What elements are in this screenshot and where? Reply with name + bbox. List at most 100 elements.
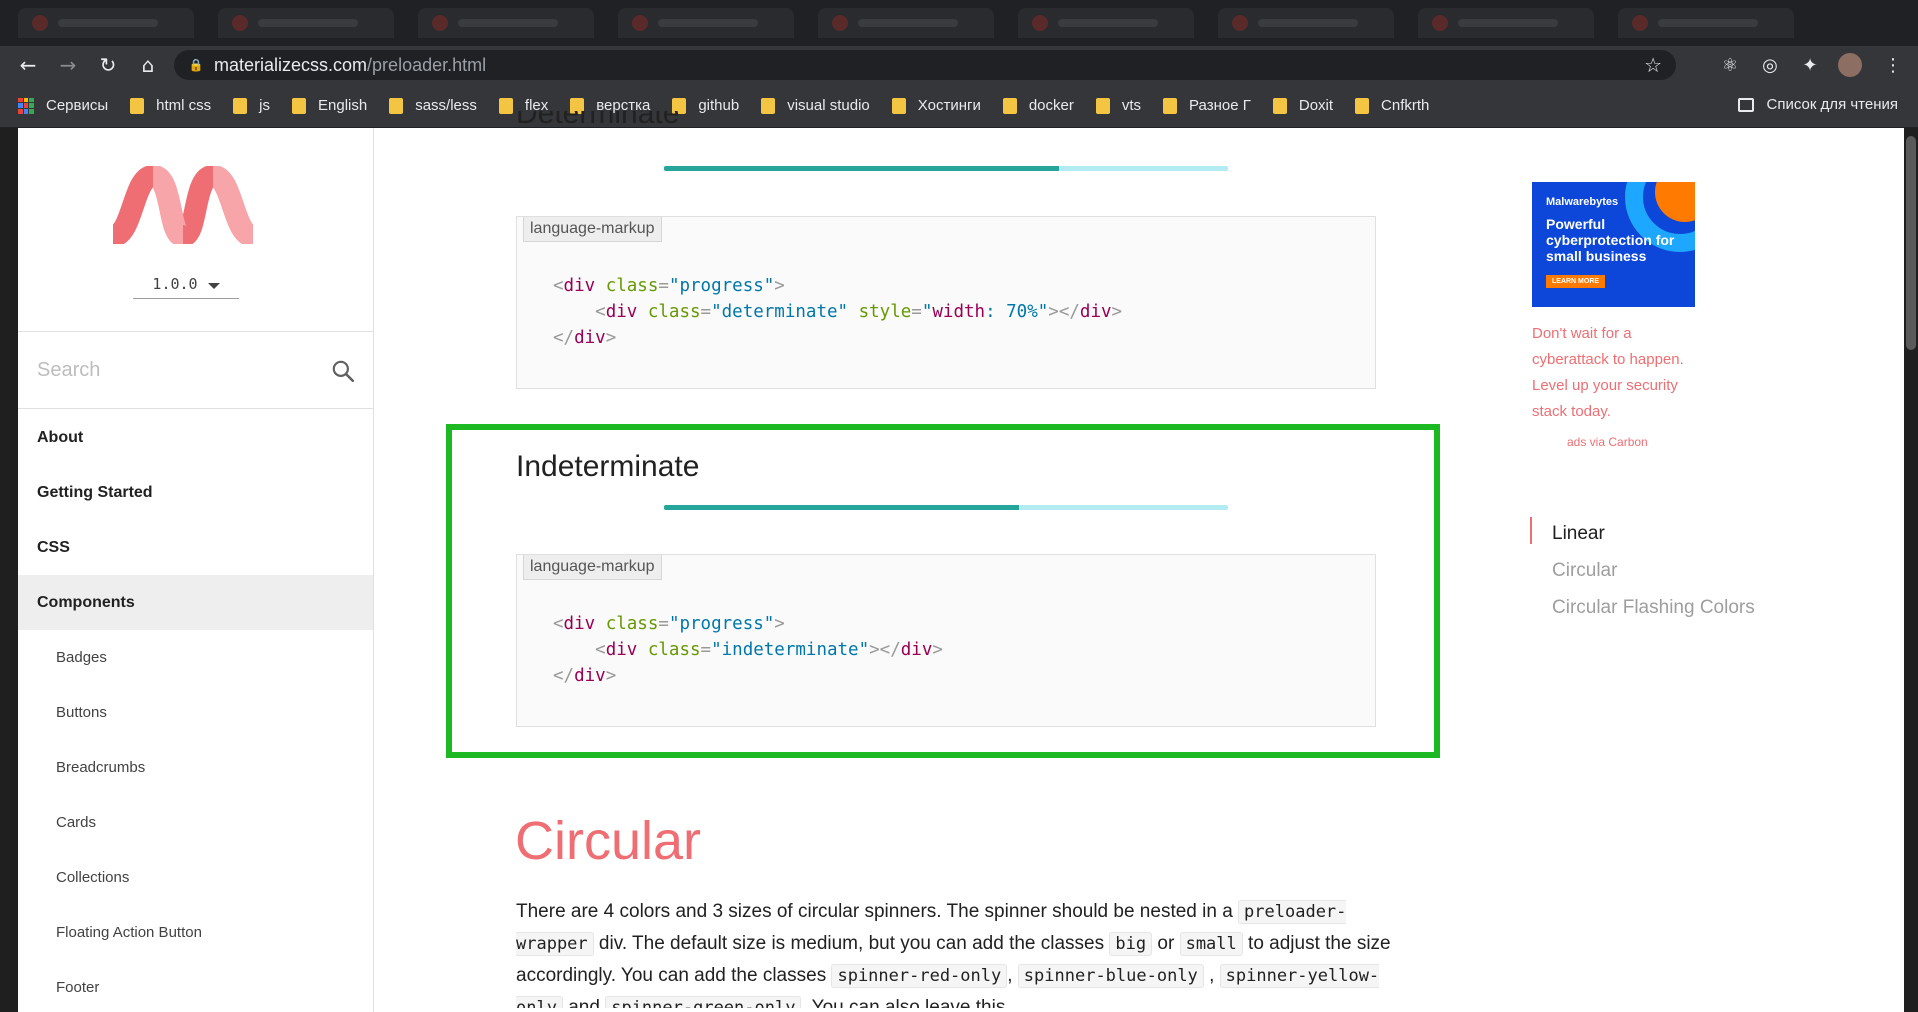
bookmark-star-icon[interactable]: ☆ bbox=[1644, 53, 1662, 77]
bookmark-folder[interactable]: Разное Г bbox=[1163, 97, 1251, 114]
version-select[interactable]: 1.0.0 bbox=[133, 269, 239, 299]
url-host: materializecss.com bbox=[214, 54, 368, 75]
ad-cta-button[interactable]: LEARN MORE bbox=[1546, 275, 1606, 288]
page-scrollbar[interactable] bbox=[1904, 128, 1918, 1012]
ad-banner[interactable]: Malwarebytes Powerful cyberprotection fo… bbox=[1532, 182, 1695, 307]
react-devtools-icon[interactable]: ⚛ bbox=[1717, 52, 1743, 78]
code-snippet: <div class="progress"> <div class="deter… bbox=[553, 276, 1123, 348]
text: div. The default size is medium, but you… bbox=[593, 933, 1110, 954]
progress-fill bbox=[664, 166, 1059, 171]
reading-list[interactable]: Список для чтения bbox=[1738, 96, 1898, 113]
code-block-determinate: language-markup <div class="progress"> <… bbox=[516, 216, 1376, 389]
materialize-logo[interactable] bbox=[113, 166, 253, 244]
bookmark-folder[interactable]: sass/less bbox=[389, 97, 477, 114]
bookmark-folder[interactable]: Cnfkrth bbox=[1355, 97, 1429, 114]
sidebar-subitem-breadcrumbs[interactable]: Breadcrumbs bbox=[18, 740, 373, 795]
progress-fill bbox=[664, 505, 1020, 510]
tab-favicon-icon bbox=[832, 15, 848, 31]
tab-favicon-icon bbox=[32, 15, 48, 31]
reload-icon[interactable]: ↻ bbox=[90, 47, 126, 83]
back-arrow-icon[interactable]: ← bbox=[10, 47, 46, 83]
tab-favicon-icon bbox=[1232, 15, 1248, 31]
sidebar-subitem-footer[interactable]: Footer bbox=[18, 960, 373, 1012]
heading-text: Determinate bbox=[516, 111, 680, 129]
sidebar-subitem-buttons[interactable]: Buttons bbox=[18, 685, 373, 740]
reading-list-icon bbox=[1738, 97, 1755, 112]
reading-list-label: Список для чтения bbox=[1766, 96, 1898, 113]
lock-icon: 🔒 bbox=[188, 58, 204, 72]
bookmark-label: Хостинги bbox=[917, 97, 981, 114]
bookmark-folder[interactable]: github bbox=[672, 97, 739, 114]
text: There are 4 colors and 3 sizes of circul… bbox=[516, 901, 1239, 922]
bookmark-folder[interactable]: js bbox=[233, 97, 270, 114]
text: , bbox=[1007, 965, 1013, 986]
folder-icon bbox=[761, 97, 776, 114]
browser-tab[interactable] bbox=[1018, 8, 1194, 38]
search-row bbox=[18, 331, 373, 409]
tab-favicon-icon bbox=[1432, 15, 1448, 31]
ad-headline: Powerful cyberprotection for small busin… bbox=[1546, 216, 1675, 264]
bookmark-folder[interactable]: html css bbox=[130, 97, 211, 114]
toc-item-circular-flashing-colors[interactable]: Circular Flashing Colors bbox=[1530, 589, 1755, 626]
sidebar-subitem-cards[interactable]: Cards bbox=[18, 795, 373, 850]
sidebar-item-about[interactable]: About bbox=[18, 410, 373, 465]
tab-favicon-icon bbox=[1032, 15, 1048, 31]
forward-arrow-icon[interactable]: → bbox=[50, 47, 86, 83]
toc-item-linear[interactable]: Linear bbox=[1530, 515, 1755, 552]
browser-tab[interactable] bbox=[218, 8, 394, 38]
version-label: 1.0.0 bbox=[152, 274, 198, 293]
bookmark-label: docker bbox=[1028, 97, 1074, 114]
extension-target-icon[interactable]: ◎ bbox=[1757, 52, 1783, 78]
search-icon[interactable] bbox=[330, 358, 356, 384]
apps-grid-icon bbox=[18, 97, 34, 114]
bookmark-label: English bbox=[318, 97, 368, 114]
browser-tab[interactable] bbox=[1618, 8, 1794, 38]
browser-menu-icon[interactable]: ⋮ bbox=[1880, 52, 1906, 78]
sidebar-subitem-fab[interactable]: Floating Action Button bbox=[18, 905, 373, 960]
folder-icon bbox=[233, 97, 248, 114]
bookmark-folder[interactable]: vts bbox=[1095, 97, 1142, 114]
sidebar-item-css[interactable]: CSS bbox=[18, 520, 373, 575]
circular-description: There are 4 colors and 3 sizes of circul… bbox=[516, 896, 1396, 1008]
bookmark-label: Doxit bbox=[1298, 97, 1334, 114]
section-heading-circular: Circular bbox=[515, 811, 702, 871]
browser-tab[interactable] bbox=[818, 8, 994, 38]
address-bar[interactable]: 🔒 materializecss.com/preloader.html ☆ bbox=[174, 50, 1676, 80]
browser-tab[interactable] bbox=[18, 8, 194, 38]
sidebar-subitem-collections[interactable]: Collections bbox=[18, 850, 373, 905]
browser-tab[interactable] bbox=[618, 8, 794, 38]
folder-icon bbox=[1355, 97, 1370, 114]
bookmark-apps[interactable]: Сервисы bbox=[18, 97, 108, 114]
home-icon[interactable]: ⌂ bbox=[130, 47, 166, 83]
extensions-puzzle-icon[interactable]: ✦ bbox=[1797, 52, 1823, 78]
browser-tab[interactable] bbox=[1418, 8, 1594, 38]
bookmark-folder[interactable]: docker bbox=[1002, 97, 1074, 114]
inline-code: small bbox=[1179, 932, 1243, 956]
browser-tab[interactable] bbox=[1218, 8, 1394, 38]
bookmark-folder[interactable]: visual studio bbox=[761, 97, 870, 114]
bookmark-label: vts bbox=[1121, 97, 1142, 114]
ads-via-carbon-link[interactable]: ads via Carbon bbox=[1567, 435, 1648, 449]
section-heading-determinate: Determinate bbox=[516, 111, 679, 129]
ad-text-link[interactable]: Don't wait for a cyberattack to happen. … bbox=[1532, 321, 1702, 425]
search-input[interactable] bbox=[37, 358, 317, 382]
folder-icon bbox=[389, 97, 404, 114]
browser-tab[interactable] bbox=[418, 8, 594, 38]
bookmark-folder[interactable]: English bbox=[292, 97, 367, 114]
profile-avatar[interactable] bbox=[1838, 53, 1862, 77]
code-language-label: language-markup bbox=[523, 217, 662, 242]
scrollbar-thumb[interactable] bbox=[1906, 136, 1916, 350]
toc-item-circular[interactable]: Circular bbox=[1530, 552, 1755, 589]
bookmark-folder[interactable]: Хостинги bbox=[891, 97, 981, 114]
sidebar-item-getting-started[interactable]: Getting Started bbox=[18, 465, 373, 520]
tab-favicon-icon bbox=[632, 15, 648, 31]
determinate-progress-bar bbox=[664, 166, 1228, 171]
sidebar-item-components[interactable]: Components bbox=[18, 575, 373, 630]
folder-icon bbox=[130, 97, 145, 114]
folder-icon bbox=[1163, 97, 1178, 114]
folder-icon bbox=[498, 97, 513, 114]
sidebar-subitem-badges[interactable]: Badges bbox=[18, 630, 373, 685]
tab-favicon-icon bbox=[1632, 15, 1648, 31]
bookmark-folder[interactable]: Doxit bbox=[1272, 97, 1334, 114]
tab-favicon-icon bbox=[232, 15, 248, 31]
